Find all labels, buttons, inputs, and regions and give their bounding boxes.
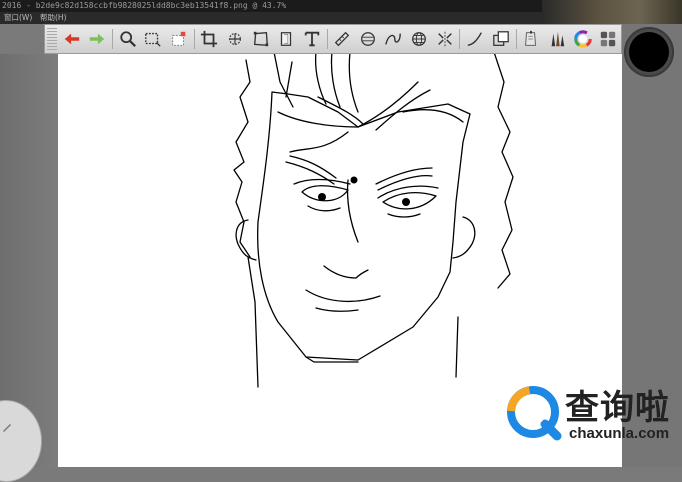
watermark-logo [507,386,562,441]
menu-item-help[interactable]: 帮助(H) [40,12,67,24]
watermark-url: chaxunla.com [569,425,670,442]
brush-library-icon[interactable] [546,28,568,50]
watermark: 查询啦 chaxunla.com [505,380,677,450]
toolbar-separator [326,29,328,49]
lasso-select-icon[interactable] [168,28,190,50]
toolbar-separator [111,29,113,49]
toolbar-separator [459,29,461,49]
pen-icon[interactable] [2,422,12,432]
watermark-title: 查询啦 [565,388,670,428]
color-wheel-icon[interactable] [572,28,594,50]
title-bar-decoration [542,0,682,24]
redo-icon[interactable] [86,28,108,50]
menu-item-window[interactable]: 窗口(W) [4,12,32,24]
stroke-icon[interactable] [464,28,486,50]
toolbar-separator [193,29,195,49]
copic-icon[interactable] [521,28,543,50]
forehead-mark [350,176,358,184]
sphere-guide-icon[interactable] [408,28,430,50]
brush-color-swatch[interactable] [629,32,669,72]
ruler-icon[interactable] [332,28,354,50]
text-icon[interactable] [301,28,323,50]
symmetry-icon[interactable] [434,28,456,50]
curve-guide-icon[interactable] [383,28,405,50]
perspective-icon[interactable] [250,28,272,50]
rect-select-icon[interactable] [143,28,165,50]
transform-icon[interactable] [224,28,246,50]
undo-icon[interactable] [61,28,83,50]
ellipse-guide-icon[interactable] [357,28,379,50]
fill-icon[interactable] [490,28,512,50]
zoom-icon[interactable] [117,28,139,50]
left-pupil [318,193,326,201]
toolbar-separator [515,29,517,49]
right-pupil [402,198,410,206]
crop-icon[interactable] [199,28,221,50]
window-title: 2016 - b2de9c82d158ccbfb9828025ldd8bc3eb… [2,1,287,10]
swatches-icon[interactable] [597,28,619,50]
layer-icon[interactable] [275,28,297,50]
toolbar-grip[interactable] [47,28,57,50]
main-toolbar [44,24,622,54]
